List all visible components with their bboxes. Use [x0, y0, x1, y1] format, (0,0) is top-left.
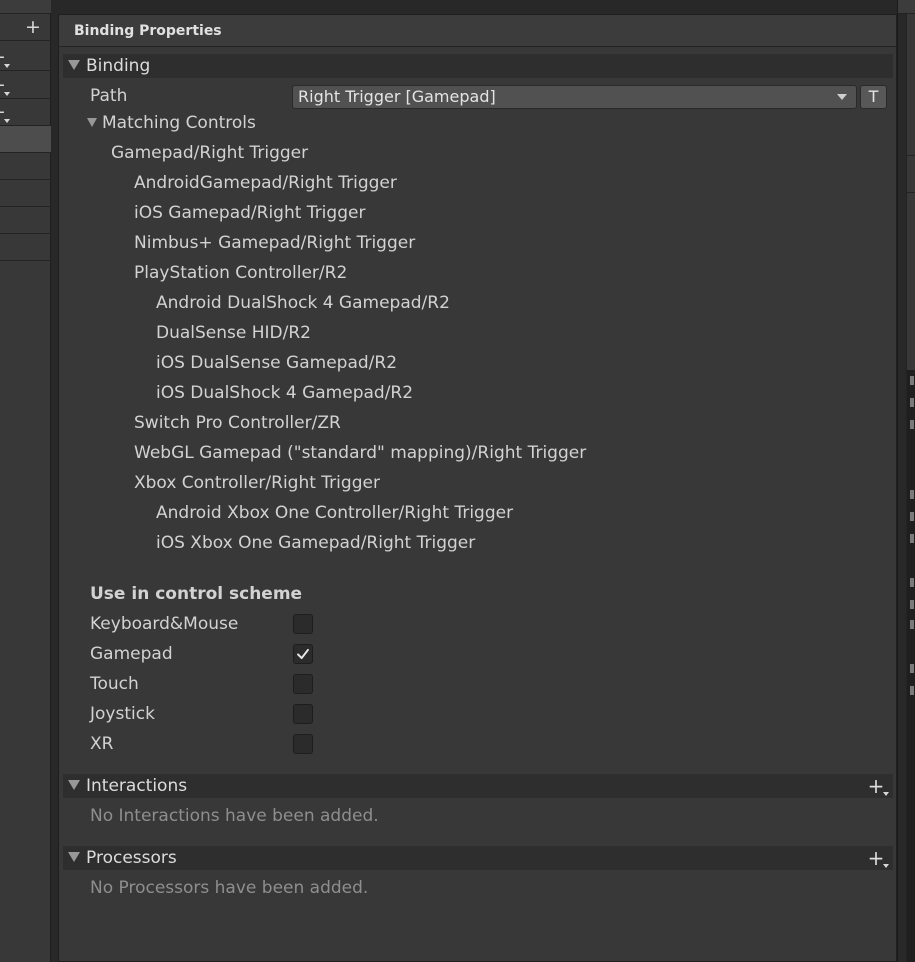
right-side-pane — [897, 0, 915, 962]
interactions-section-label: Interactions — [86, 776, 188, 796]
matching-control-item: Android DualShock 4 Gamepad/R2 — [156, 293, 450, 313]
matching-control-item: Gamepad/Right Trigger — [111, 143, 309, 163]
control-scheme-label: Gamepad — [90, 644, 173, 664]
binding-properties-panel: Binding Properties Binding Path Right Tr… — [58, 14, 897, 962]
foldout-triangle-icon[interactable] — [68, 852, 80, 862]
control-scheme-label: Touch — [90, 674, 139, 694]
chevron-down-icon[interactable] — [837, 94, 847, 100]
action-maps-header-row: + — [0, 14, 51, 41]
clipped-text-mark — [910, 376, 914, 385]
matching-control-item: iOS Xbox One Gamepad/Right Trigger — [156, 533, 476, 553]
clipped-text-mark — [910, 600, 914, 609]
clipped-text-mark — [910, 686, 914, 695]
matching-control-item: iOS Gamepad/Right Trigger — [134, 203, 366, 223]
binding-section-header[interactable]: Binding — [63, 54, 893, 78]
foldout-triangle-icon[interactable] — [68, 780, 80, 790]
left-pane-top-strip — [0, 0, 51, 14]
control-scheme-label: Joystick — [90, 704, 155, 724]
matching-control-item: WebGL Gamepad ("standard" mapping)/Right… — [134, 443, 587, 463]
right-pane-divider — [906, 192, 915, 193]
interactions-empty-text: No Interactions have been added. — [90, 806, 379, 826]
clipped-text-mark — [910, 420, 914, 429]
matching-control-item: Android Xbox One Controller/Right Trigge… — [156, 503, 514, 523]
clipped-text-mark — [910, 512, 914, 521]
path-value: Right Trigger [Gamepad] — [298, 87, 496, 106]
control-scheme-checkbox[interactable] — [293, 644, 313, 664]
foldout-triangle-icon[interactable] — [68, 60, 80, 70]
binding-row[interactable] — [0, 153, 51, 180]
right-pane-top-strip — [898, 0, 915, 14]
clipped-text-mark — [910, 664, 914, 673]
foldout-triangle-icon[interactable] — [87, 118, 97, 127]
action-row[interactable]: + — [0, 44, 51, 71]
matching-control-item: Xbox Controller/Right Trigger — [134, 473, 380, 493]
action-row[interactable]: + — [0, 99, 51, 126]
matching-controls-foldout[interactable]: Matching Controls — [87, 112, 256, 134]
control-scheme-checkbox[interactable] — [293, 614, 313, 634]
binding-row-selected[interactable] — [0, 126, 51, 153]
clipped-text-mark — [910, 620, 914, 629]
control-scheme-heading: Use in control scheme — [90, 584, 303, 604]
binding-row[interactable] — [0, 207, 51, 234]
matching-control-item: AndroidGamepad/Right Trigger — [134, 173, 397, 193]
binding-section-label: Binding — [86, 56, 151, 76]
right-pane-divider — [906, 155, 915, 156]
add-dropdown-icon[interactable]: + — [0, 101, 6, 123]
processors-section-label: Processors — [86, 848, 177, 868]
add-interaction-icon[interactable]: + — [867, 776, 889, 796]
matching-control-item: iOS DualShock 4 Gamepad/R2 — [156, 383, 414, 403]
matching-control-item: Switch Pro Controller/ZR — [134, 413, 341, 433]
matching-control-item: iOS DualSense Gamepad/R2 — [156, 353, 398, 373]
processors-section-header[interactable]: Processors + — [63, 846, 893, 870]
add-dropdown-icon[interactable]: + — [0, 46, 6, 68]
interactions-section-header[interactable]: Interactions + — [63, 774, 893, 798]
add-processor-icon[interactable]: + — [867, 848, 889, 868]
control-scheme-checkbox[interactable] — [293, 734, 313, 754]
path-label: Path — [90, 86, 128, 106]
clipped-text-mark — [910, 490, 914, 499]
binding-row[interactable] — [0, 234, 51, 261]
text-mode-button[interactable]: T — [860, 85, 887, 109]
matching-controls-label: Matching Controls — [102, 113, 256, 133]
control-scheme-label: Keyboard&Mouse — [90, 614, 239, 634]
processors-empty-text: No Processors have been added. — [90, 878, 369, 898]
control-scheme-checkbox[interactable] — [293, 704, 313, 724]
control-scheme-checkbox[interactable] — [293, 674, 313, 694]
clipped-text-mark — [910, 578, 914, 587]
panel-title: Binding Properties — [59, 15, 896, 47]
matching-control-item: DualSense HID/R2 — [156, 323, 311, 343]
matching-control-item: PlayStation Controller/R2 — [134, 263, 348, 283]
path-dropdown[interactable]: Right Trigger [Gamepad] — [292, 85, 857, 109]
binding-row[interactable] — [0, 180, 51, 207]
add-dropdown-icon[interactable]: + — [0, 74, 6, 96]
clipped-text-mark — [910, 398, 914, 407]
checkmark-icon — [297, 648, 309, 660]
add-icon[interactable]: + — [25, 18, 41, 37]
matching-control-item: Nimbus+ Gamepad/Right Trigger — [134, 233, 416, 253]
editor-window: + + + + Binding Pr — [0, 0, 915, 962]
actions-list-pane: + + + + — [0, 0, 51, 962]
clipped-text-mark — [910, 534, 914, 543]
control-scheme-label: XR — [90, 734, 114, 754]
action-row[interactable]: + — [0, 72, 51, 99]
